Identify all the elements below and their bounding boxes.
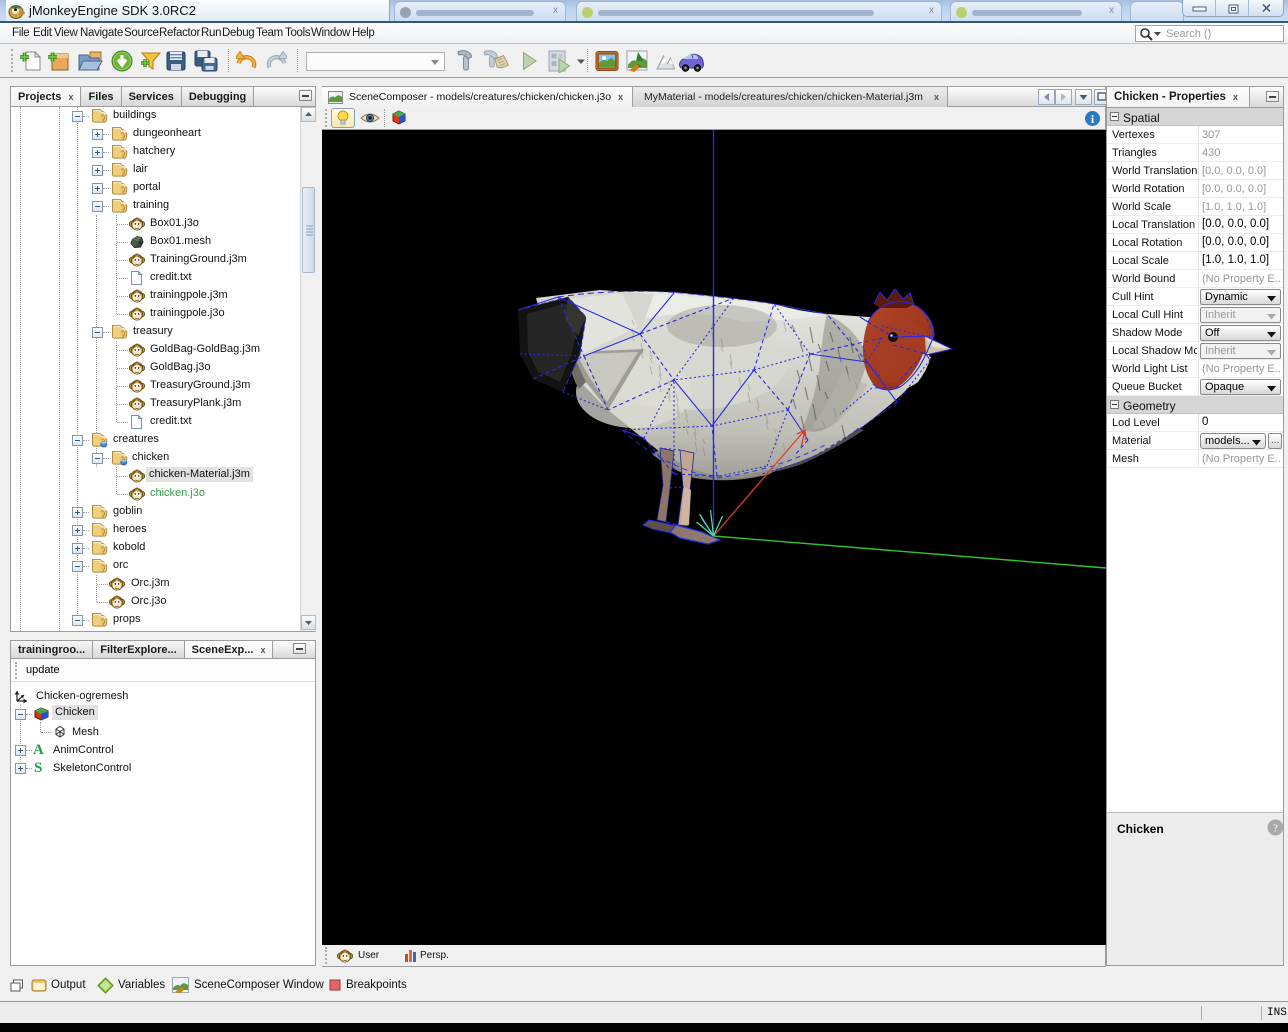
svg-text:?: ? [1273, 823, 1278, 835]
